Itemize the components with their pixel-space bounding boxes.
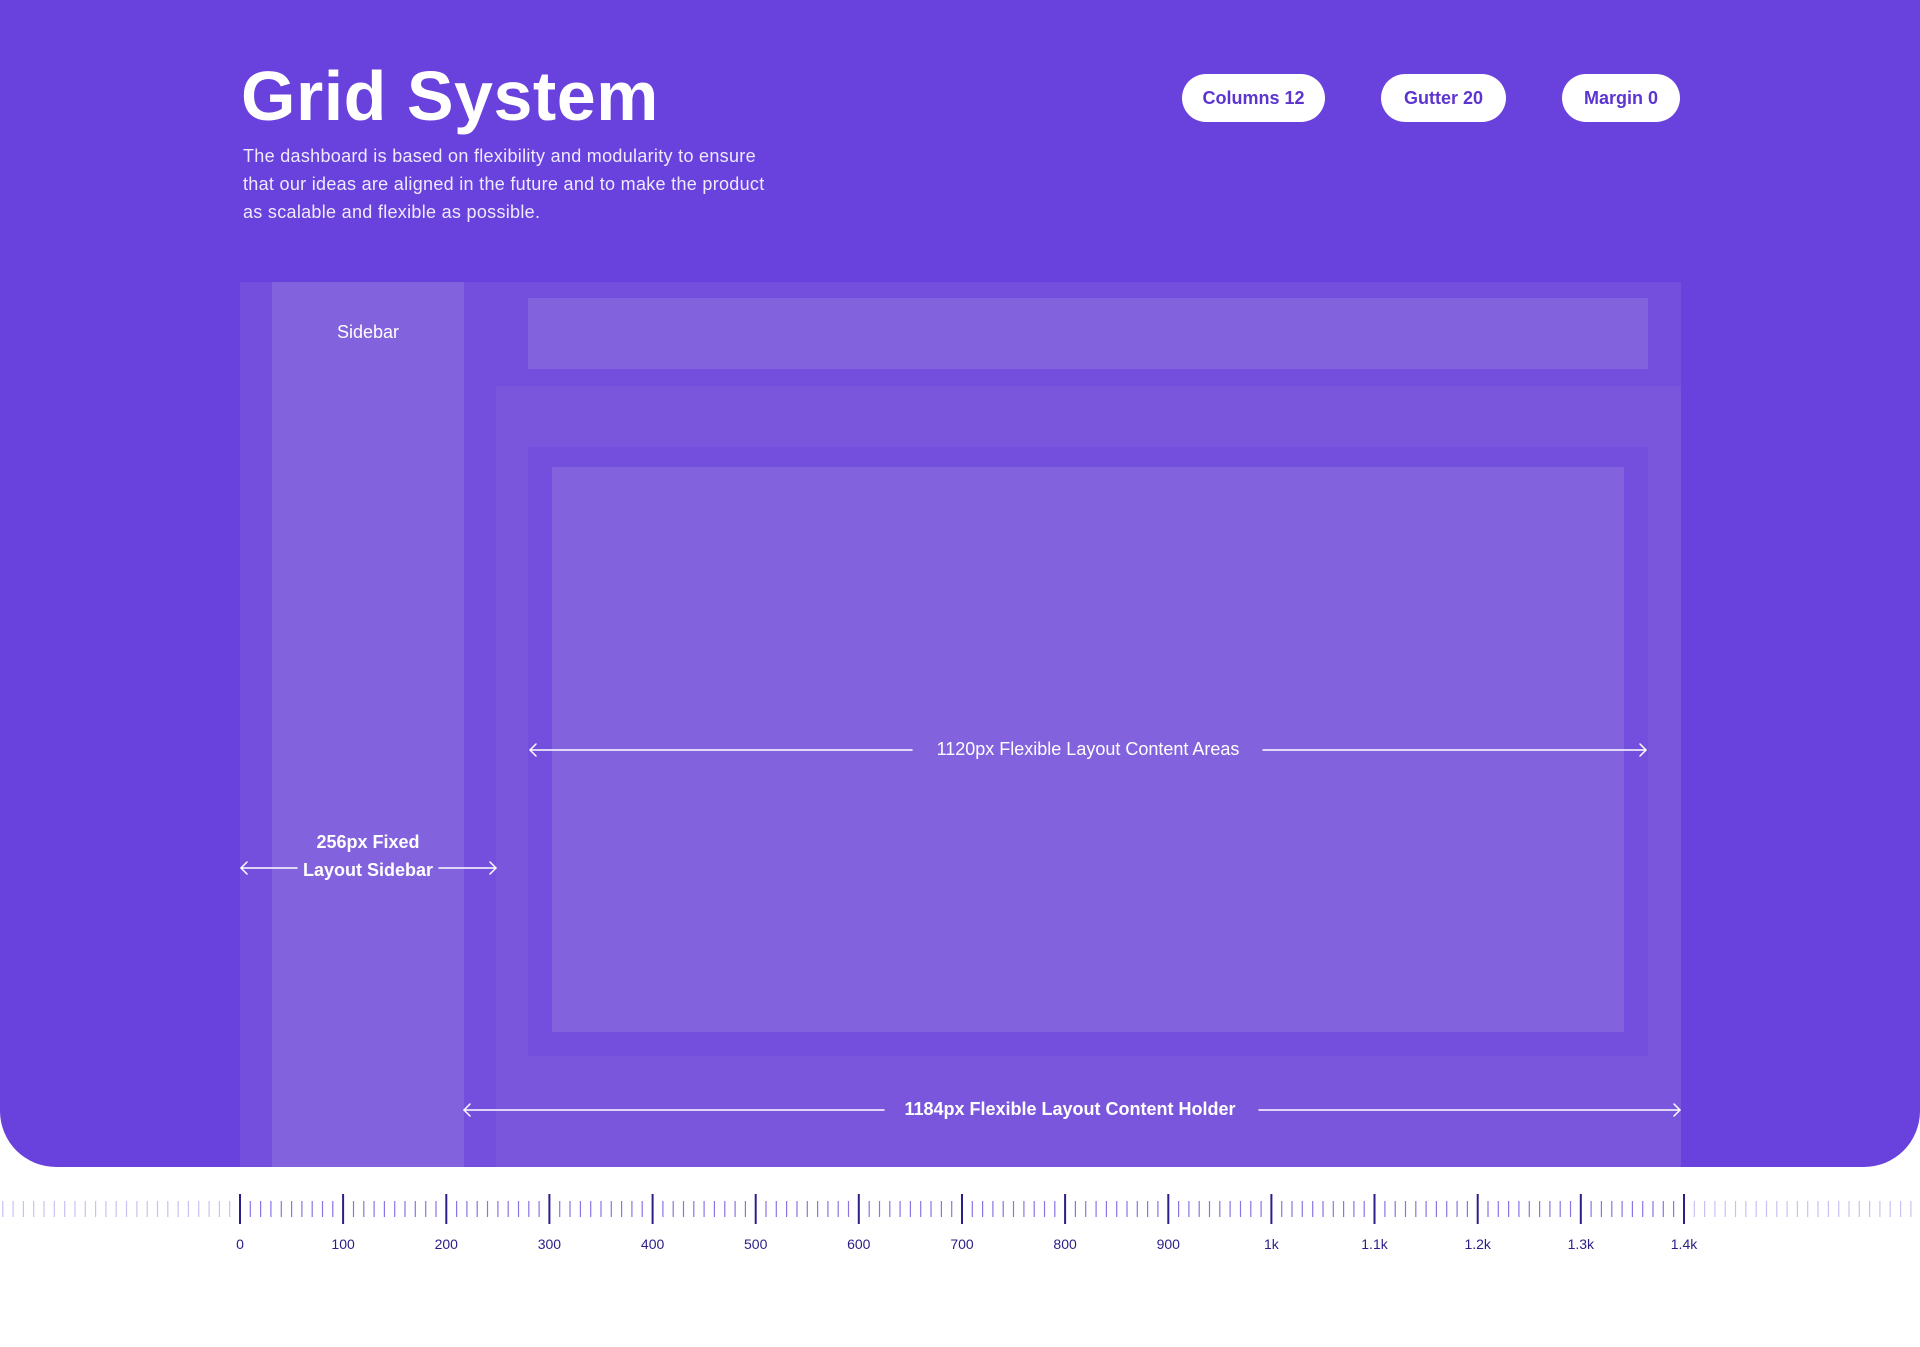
ruler-tick-label: 1.3k (1567, 1236, 1595, 1252)
sidebar-dimension-label: 256px Fixed Layout Sidebar (302, 832, 434, 880)
ruler-tick-label: 500 (744, 1236, 768, 1252)
content-holder-dimension-label: 1184px Flexible Layout Content Holder (904, 1099, 1236, 1119)
ruler-tick-label: 300 (537, 1236, 562, 1252)
content-area-dimension-label: 1120px Flexible Layout Content Areas (936, 739, 1240, 759)
ruler-tick-label: 1.1k (1361, 1236, 1388, 1252)
ruler-tick-label: 200 (434, 1236, 458, 1252)
ruler (2, 1194, 1912, 1224)
dimension-arrows (240, 743, 1681, 1117)
ruler-tick-label: 800 (1053, 1236, 1077, 1252)
ruler-tick-label: 400 (640, 1236, 665, 1252)
ruler-tick-label: 100 (331, 1236, 355, 1252)
ruler-tick-label: 1k (1263, 1236, 1279, 1252)
ruler-tick-label: 600 (847, 1236, 871, 1252)
ruler-tick-label: 700 (950, 1236, 974, 1252)
ruler-tick-label: 0 (236, 1236, 244, 1252)
ruler-tick-label: 1.4k (1670, 1236, 1698, 1252)
ruler-tick-label: 900 (1156, 1236, 1180, 1252)
ruler-tick-label: 1.2k (1464, 1236, 1491, 1252)
